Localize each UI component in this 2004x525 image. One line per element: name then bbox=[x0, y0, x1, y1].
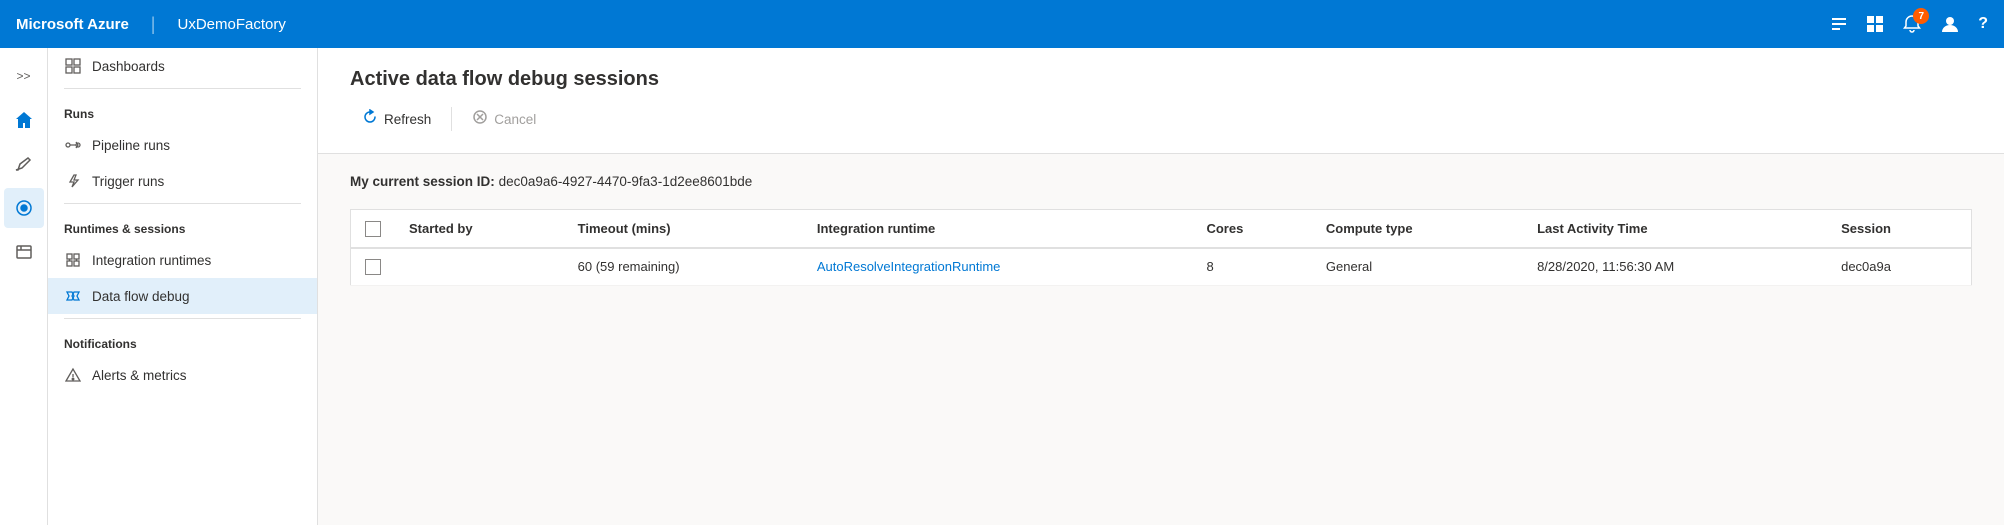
home-nav-icon[interactable] bbox=[4, 100, 44, 140]
col-header-check bbox=[351, 210, 396, 248]
cell-cores: 8 bbox=[1192, 248, 1311, 286]
help-icon[interactable]: ? bbox=[1978, 15, 1988, 33]
toolbar: Refresh Cancel bbox=[350, 103, 1972, 143]
cancel-button[interactable]: Cancel bbox=[460, 103, 548, 135]
cell-last-activity: 8/28/2020, 11:56:30 AM bbox=[1523, 248, 1827, 286]
pipeline-runs-icon bbox=[64, 136, 82, 154]
sidebar-label-data-flow-debug: Data flow debug bbox=[92, 289, 190, 304]
dashboards-icon bbox=[64, 57, 82, 75]
topbar-icons: 7 ? bbox=[1830, 14, 1988, 34]
col-header-compute-type: Compute type bbox=[1312, 210, 1523, 248]
factory-name: UxDemoFactory bbox=[177, 16, 285, 33]
portal-menu-icon[interactable] bbox=[1830, 15, 1848, 33]
cell-session: dec0a9a bbox=[1827, 248, 1971, 286]
manage-nav-icon[interactable] bbox=[4, 232, 44, 272]
sidebar-item-dashboards[interactable]: Dashboards bbox=[48, 48, 317, 84]
sidebar-header-notifications: Notifications bbox=[48, 323, 317, 357]
trigger-runs-icon bbox=[64, 172, 82, 190]
sidebar-item-pipeline-runs[interactable]: Pipeline runs bbox=[48, 127, 317, 163]
sidebar-label-pipeline-runs: Pipeline runs bbox=[92, 138, 170, 153]
col-header-started-by: Started by bbox=[395, 210, 564, 248]
expand-button[interactable]: >> bbox=[4, 56, 44, 96]
sidebar-header-runs: Runs bbox=[48, 93, 317, 127]
header-checkbox[interactable] bbox=[365, 221, 381, 237]
cancel-icon bbox=[472, 109, 488, 129]
sidebar: Dashboards Runs Pipeline runs Trigger ru… bbox=[48, 48, 318, 525]
content-area: Active data flow debug sessions Refresh bbox=[318, 48, 2004, 525]
topbar-divider: | bbox=[151, 14, 156, 35]
content-body: My current session ID: dec0a9a6-4927-447… bbox=[318, 154, 2004, 525]
user-icon[interactable] bbox=[1940, 14, 1960, 34]
session-id-label: My current session ID: bbox=[350, 174, 495, 189]
topbar-brand: Microsoft Azure | UxDemoFactory bbox=[16, 14, 286, 35]
cancel-label: Cancel bbox=[494, 112, 536, 127]
toolbar-separator bbox=[451, 107, 452, 131]
topbar: Microsoft Azure | UxDemoFactory 7 bbox=[0, 0, 2004, 48]
cell-integration-runtime: AutoResolveIntegrationRuntime bbox=[803, 248, 1193, 286]
icon-strip: >> bbox=[0, 48, 48, 525]
main-layout: >> bbox=[0, 48, 2004, 525]
sidebar-label-trigger-runs: Trigger runs bbox=[92, 174, 164, 189]
page-title: Active data flow debug sessions bbox=[350, 68, 1972, 91]
sidebar-item-data-flow-debug[interactable]: Data flow debug bbox=[48, 278, 317, 314]
col-header-last-activity: Last Activity Time bbox=[1523, 210, 1827, 248]
sidebar-header-runtimes: Runtimes & sessions bbox=[48, 208, 317, 242]
notifications-icon[interactable]: 7 bbox=[1902, 14, 1922, 34]
sidebar-item-trigger-runs[interactable]: Trigger runs bbox=[48, 163, 317, 199]
cell-timeout: 60 (59 remaining) bbox=[564, 248, 803, 286]
sidebar-divider-runtimes bbox=[64, 203, 301, 204]
integration-runtime-link[interactable]: AutoResolveIntegrationRuntime bbox=[817, 259, 1001, 274]
col-header-timeout: Timeout (mins) bbox=[564, 210, 803, 248]
row-checkbox-cell bbox=[351, 248, 396, 286]
sidebar-item-alerts-metrics[interactable]: Alerts & metrics bbox=[48, 357, 317, 393]
integration-runtimes-icon bbox=[64, 251, 82, 269]
sidebar-label-dashboards: Dashboards bbox=[92, 59, 165, 74]
sidebar-label-alerts-metrics: Alerts & metrics bbox=[92, 368, 187, 383]
table-row: 60 (59 remaining) AutoResolveIntegration… bbox=[351, 248, 1972, 286]
col-header-integration-runtime: Integration runtime bbox=[803, 210, 1193, 248]
sidebar-label-integration-runtimes: Integration runtimes bbox=[92, 253, 211, 268]
refresh-label: Refresh bbox=[384, 112, 431, 127]
sidebar-item-integration-runtimes[interactable]: Integration runtimes bbox=[48, 242, 317, 278]
alerts-metrics-icon bbox=[64, 366, 82, 384]
grid-icon[interactable] bbox=[1866, 15, 1884, 33]
data-table: Started by Timeout (mins) Integration ru… bbox=[350, 209, 1972, 286]
col-header-cores: Cores bbox=[1192, 210, 1311, 248]
cell-started-by bbox=[395, 248, 564, 286]
refresh-button[interactable]: Refresh bbox=[350, 103, 443, 135]
brand-name: Microsoft Azure bbox=[16, 16, 129, 33]
notification-badge: 7 bbox=[1913, 8, 1929, 24]
refresh-icon bbox=[362, 109, 378, 129]
sidebar-divider-notifications bbox=[64, 318, 301, 319]
author-nav-icon[interactable] bbox=[4, 144, 44, 184]
content-header: Active data flow debug sessions Refresh bbox=[318, 48, 2004, 154]
monitor-nav-icon[interactable] bbox=[4, 188, 44, 228]
col-header-session: Session bbox=[1827, 210, 1971, 248]
session-id-row: My current session ID: dec0a9a6-4927-447… bbox=[350, 174, 1972, 189]
cell-compute-type: General bbox=[1312, 248, 1523, 286]
session-id-value: dec0a9a6-4927-4470-9fa3-1d2ee8601bde bbox=[499, 174, 753, 189]
table-header-row: Started by Timeout (mins) Integration ru… bbox=[351, 210, 1972, 248]
data-flow-debug-icon bbox=[64, 287, 82, 305]
row-checkbox[interactable] bbox=[365, 259, 381, 275]
sidebar-divider-runs bbox=[64, 88, 301, 89]
